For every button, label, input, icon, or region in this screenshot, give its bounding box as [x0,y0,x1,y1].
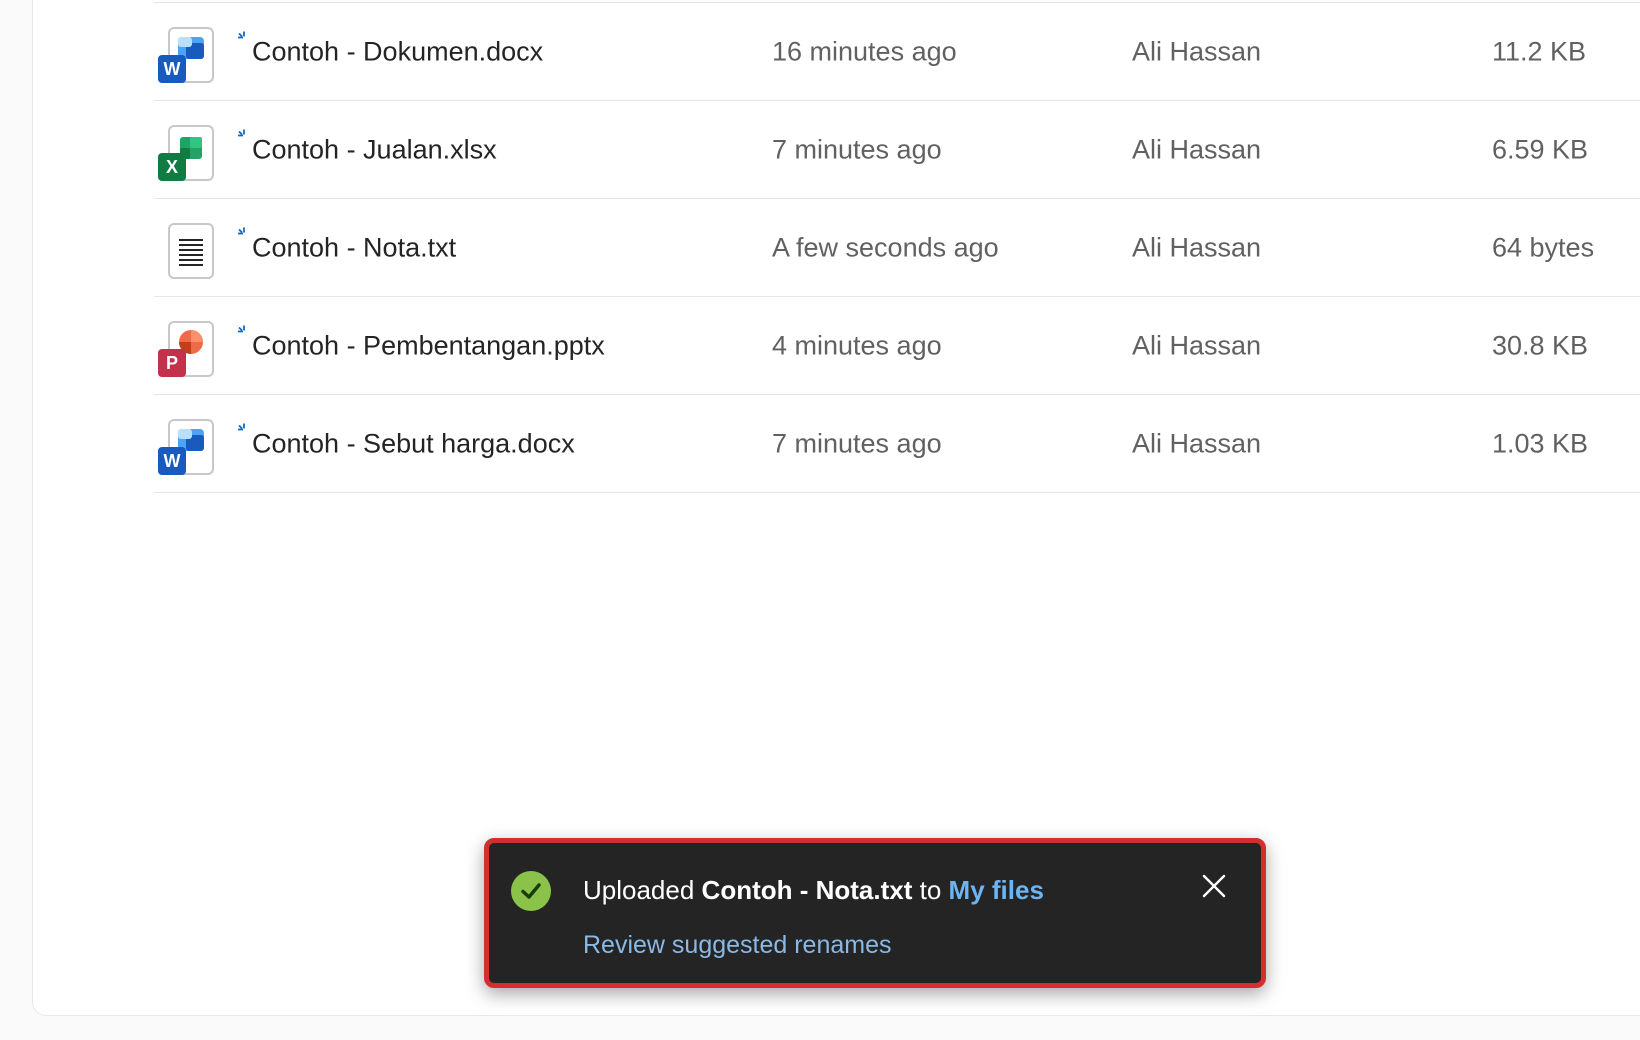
file-name[interactable]: Contoh - Pembentangan.pptx [238,325,605,361]
file-name[interactable]: Contoh - Dokumen.docx [238,31,543,67]
modified-by: Ali Hassan [1132,330,1262,360]
close-icon[interactable] [1201,873,1227,899]
file-name[interactable]: Contoh - Jualan.xlsx [238,129,497,165]
table-row[interactable]: X Contoh - Jualan.xlsx 7 minutes ago Ali… [154,100,1640,198]
modified-by: Ali Hassan [1132,36,1262,66]
text-file-icon [158,219,222,283]
file-list: W Contoh - Dokumen.docx 16 minutes ago A… [154,2,1640,493]
toast-prefix: Uploaded [583,875,695,905]
check-circle-icon [511,871,551,911]
modified-date: 16 minutes ago [772,36,957,66]
modified-by: Ali Hassan [1132,134,1262,164]
new-file-icon [238,129,245,136]
file-size: 1.03 KB [1492,428,1589,458]
file-size: 64 bytes [1492,232,1595,262]
file-name[interactable]: Contoh - Sebut harga.docx [238,423,575,459]
modified-date: 7 minutes ago [772,134,942,164]
file-size: 6.59 KB [1492,134,1589,164]
modified-date: A few seconds ago [772,232,999,262]
powerpoint-icon: P [158,317,222,381]
new-file-icon [238,31,245,38]
word-icon: W [158,415,222,479]
modified-by: Ali Hassan [1132,428,1262,458]
review-renames-link[interactable]: Review suggested renames [583,931,892,960]
new-file-icon [238,423,245,430]
new-file-icon [238,227,245,234]
modified-by: Ali Hassan [1132,232,1262,262]
word-icon: W [158,23,222,87]
table-row[interactable]: W Contoh - Dokumen.docx 16 minutes ago A… [154,2,1640,100]
toast-message: Uploaded Contoh - Nota.txt to My files [583,875,1044,906]
file-size: 30.8 KB [1492,330,1589,360]
table-row[interactable]: W Contoh - Sebut harga.docx 7 minutes ag… [154,394,1640,493]
file-size: 11.2 KB [1492,36,1587,66]
toast-middle: to [919,875,942,905]
table-row[interactable]: Contoh - Nota.txt A few seconds ago Ali … [154,198,1640,296]
table-row[interactable]: P Contoh - Pembentangan.pptx 4 minutes a… [154,296,1640,394]
toast-file-name: Contoh - Nota.txt [701,875,913,905]
excel-icon: X [158,121,222,185]
modified-date: 4 minutes ago [772,330,942,360]
file-name[interactable]: Contoh - Nota.txt [238,227,456,263]
my-files-link[interactable]: My files [949,875,1044,905]
modified-date: 7 minutes ago [772,428,942,458]
new-file-icon [238,325,245,332]
upload-toast: Uploaded Contoh - Nota.txt to My files R… [484,838,1266,988]
